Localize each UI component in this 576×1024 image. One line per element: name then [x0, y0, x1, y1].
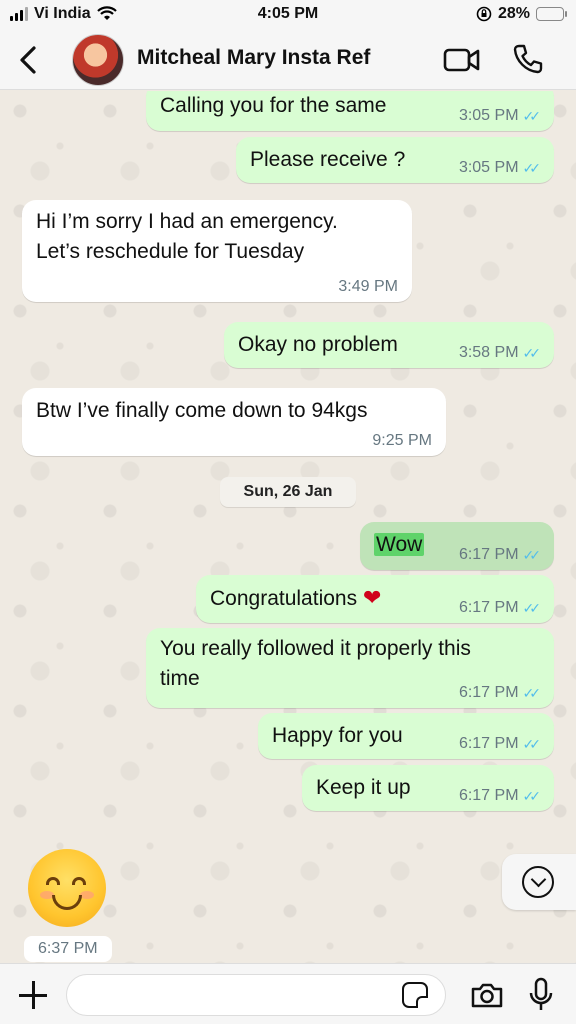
read-receipt-icon: ✓✓: [522, 600, 542, 616]
phone-call-icon[interactable]: [512, 43, 544, 75]
read-receipt-icon: ✓✓: [522, 547, 542, 563]
message-time: 3:05 PM ✓✓: [459, 107, 542, 125]
chevron-down-icon: [522, 866, 554, 898]
read-receipt-icon: ✓✓: [522, 736, 542, 752]
message-bubble[interactable]: Okay no problem 3:58 PM ✓✓: [224, 322, 554, 368]
message-time: 6:17 PM ✓✓: [459, 735, 542, 753]
message-bubble[interactable]: Btw I’ve finally come down to 94kgs 9:25…: [22, 388, 446, 456]
message-bubble[interactable]: Happy for you 6:17 PM ✓✓: [258, 713, 554, 759]
message-text: Happy for you: [272, 724, 403, 747]
message-time: 9:25 PM: [372, 432, 432, 449]
microphone-icon[interactable]: [528, 977, 554, 1013]
message-text: Btw I’ve finally come down to 94kgs: [36, 399, 368, 422]
message-time: 3:49 PM: [338, 278, 398, 295]
message-time: 6:17 PM ✓✓: [459, 599, 542, 617]
message-time: 6:17 PM ✓✓: [459, 684, 542, 702]
message-text-line: Hi I’m sorry I had an emergency.: [36, 210, 338, 233]
message-bubble[interactable]: Hi I’m sorry I had an emergency. Let’s r…: [22, 200, 412, 302]
scroll-to-bottom-button[interactable]: [502, 854, 576, 910]
read-receipt-icon: ✓✓: [522, 685, 542, 701]
message-time: 6:17 PM ✓✓: [459, 787, 542, 805]
message-text: Wow: [374, 533, 425, 556]
message-time: 6:17 PM ✓✓: [459, 546, 542, 564]
input-bar: [0, 963, 576, 1024]
status-bar: Vi India 4:05 PM 28%: [0, 0, 576, 30]
battery-icon: [536, 7, 567, 21]
chat-header: Mitcheal Mary Insta Ref: [0, 30, 576, 90]
message-time: 6:37 PM: [24, 936, 112, 962]
orientation-lock-icon: [476, 6, 492, 22]
status-right: 28%: [476, 5, 567, 23]
message-text-line: Let’s reschedule for Tuesday: [36, 240, 305, 263]
read-receipt-icon: ✓✓: [522, 108, 542, 124]
message-bubble[interactable]: Congratulations ❤ 6:17 PM ✓✓: [196, 575, 554, 623]
message-bubble[interactable]: You really followed it properly this tim…: [146, 628, 554, 708]
message-bubble[interactable]: Keep it up 6:17 PM ✓✓: [302, 765, 554, 811]
message-text: Please receive ?: [250, 148, 406, 171]
red-heart-icon: ❤: [362, 585, 382, 610]
message-bubble[interactable]: Please receive ? 3:05 PM ✓✓: [236, 137, 554, 183]
message-time: 3:58 PM ✓✓: [459, 344, 542, 362]
smiling-face-emoji-icon[interactable]: [28, 849, 106, 927]
camera-icon[interactable]: [470, 981, 504, 1009]
attach-plus-icon[interactable]: [17, 979, 49, 1011]
message-time: 3:05 PM ✓✓: [459, 159, 542, 177]
battery-percent: 28%: [497, 5, 530, 22]
message-text-line: You really followed it properly this: [160, 637, 471, 660]
message-bubble[interactable]: Wow 6:17 PM ✓✓: [360, 522, 554, 570]
video-call-icon[interactable]: [443, 46, 481, 74]
date-divider: Sun, 26 Jan: [220, 477, 356, 507]
message-bubble[interactable]: Calling you for the same 3:05 PM ✓✓: [146, 91, 554, 131]
chat-area[interactable]: Calling you for the same 3:05 PM ✓✓ Pleas…: [0, 91, 576, 963]
message-input[interactable]: [66, 974, 446, 1016]
contact-name[interactable]: Mitcheal Mary Insta Ref: [137, 46, 370, 70]
read-receipt-icon: ✓✓: [522, 788, 542, 804]
message-text: Okay no problem: [238, 333, 398, 356]
message-text: Congratulations: [210, 587, 358, 610]
message-text: Keep it up: [316, 776, 411, 799]
sticker-icon[interactable]: [402, 982, 428, 1008]
back-icon[interactable]: [14, 42, 44, 78]
read-receipt-icon: ✓✓: [522, 345, 542, 361]
message-text: Calling you for the same: [160, 94, 387, 117]
avatar[interactable]: [72, 34, 124, 86]
read-receipt-icon: ✓✓: [522, 160, 542, 176]
